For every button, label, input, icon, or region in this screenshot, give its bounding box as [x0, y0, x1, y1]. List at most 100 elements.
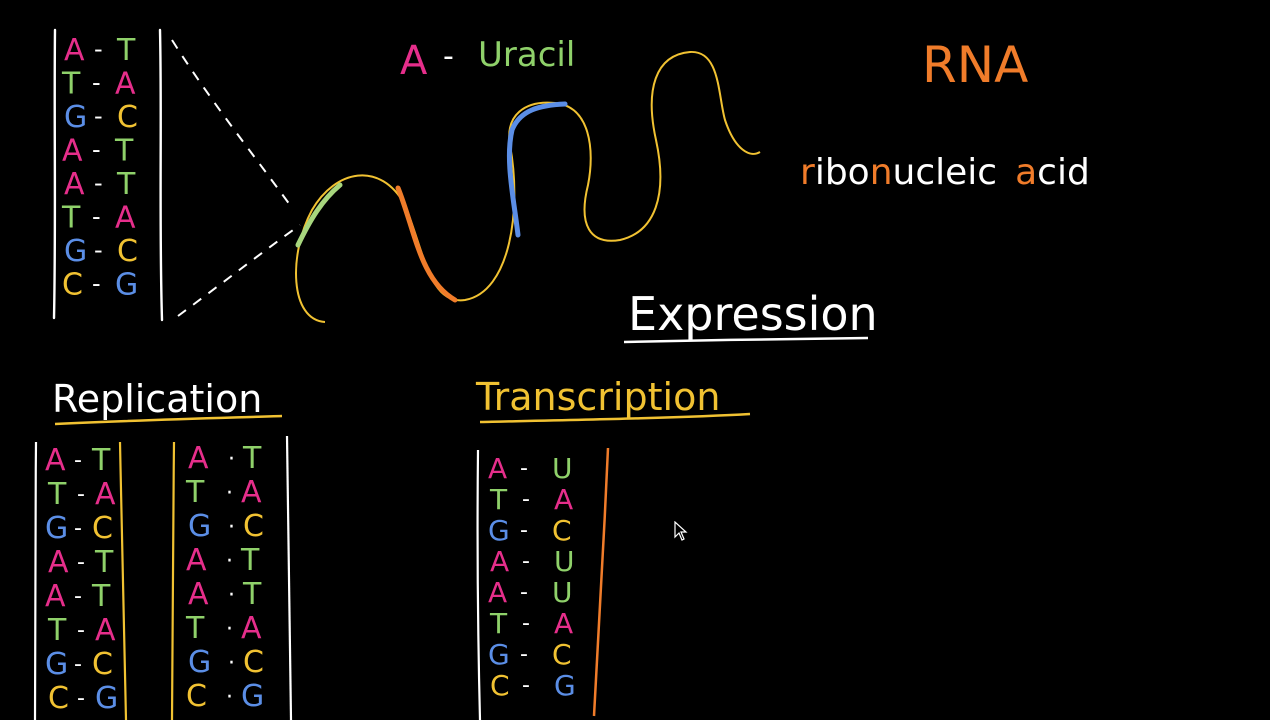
transcription-rna-strand	[592, 447, 610, 717]
base-a: A	[115, 201, 136, 236]
bond-mark: ·	[226, 617, 233, 642]
transcription-label: Transcription	[475, 375, 720, 419]
bond-mark: -	[77, 550, 85, 575]
base-g: G	[115, 268, 138, 303]
transcription-pairs: A - UT - AG - CA - UA - UT - AG - CC - G	[488, 452, 576, 702]
zoom-line-bottom	[177, 224, 301, 317]
bond-mark: -	[94, 102, 103, 130]
bond-mark: -	[92, 270, 101, 298]
a-uracil-note: A - Uracil	[400, 35, 575, 84]
zoom-line-top	[171, 39, 291, 206]
ribonucleic-cid: cid	[1037, 152, 1090, 193]
bond-mark: -	[74, 584, 82, 609]
base-c: C	[490, 669, 510, 702]
replication-left-pairs: A - TT - AG - CA - TA - TT - AG - CC - G	[45, 443, 118, 716]
ribonucleic-a: a	[1015, 152, 1037, 193]
base-c: C	[48, 681, 69, 716]
base-a: A	[45, 443, 66, 478]
base-t: T	[240, 543, 260, 578]
base-t: T	[116, 33, 136, 68]
bond-mark: -	[94, 169, 103, 197]
base-t: T	[185, 611, 205, 646]
base-t: T	[47, 613, 67, 648]
bond-mark: -	[522, 549, 530, 574]
base-a: A	[188, 577, 209, 612]
base-t: T	[61, 67, 81, 102]
bond-mark: -	[92, 69, 101, 97]
base-g: G	[45, 511, 68, 546]
uracil-label: Uracil	[478, 35, 575, 75]
base-g: G	[188, 645, 211, 680]
base-u: U	[552, 576, 573, 609]
base-g: G	[241, 679, 264, 714]
base-a: A	[95, 477, 116, 512]
expression-label: Expression	[628, 287, 878, 341]
bond-mark: -	[74, 652, 82, 677]
rna-title: RNA	[922, 36, 1028, 94]
base-t: T	[47, 477, 67, 512]
base-a: A	[186, 543, 207, 578]
base-a: A	[64, 33, 85, 68]
dash: -	[443, 39, 454, 74]
base-a: A	[241, 475, 262, 510]
ribonucleic-acid-label: ribonucleic acid	[800, 152, 1090, 193]
base-a: A	[64, 167, 85, 202]
base-a-label: A	[400, 38, 428, 84]
base-t: T	[185, 475, 205, 510]
base-a: A	[188, 441, 209, 476]
bond-mark: -	[94, 236, 103, 264]
base-g: G	[554, 669, 576, 702]
dna-left-strand	[52, 28, 57, 320]
base-t: T	[242, 441, 262, 476]
base-t: T	[489, 483, 508, 516]
bond-mark: -	[77, 618, 85, 643]
zoom-lines	[171, 39, 301, 317]
bond-mark: -	[77, 482, 85, 507]
base-c: C	[186, 679, 207, 714]
bond-mark: -	[77, 686, 85, 711]
base-t: T	[91, 443, 111, 478]
base-g: G	[64, 100, 87, 135]
bond-mark: ·	[228, 583, 235, 608]
replication-right-pairs: A · TT · AG · CA · TA · TT · AG · CC · G	[185, 441, 264, 714]
base-a: A	[62, 134, 83, 169]
bond-mark: -	[522, 487, 530, 512]
base-a: A	[95, 613, 116, 648]
base-a: A	[115, 67, 136, 102]
base-a: A	[490, 545, 509, 578]
bond-mark: -	[522, 611, 530, 636]
base-a: A	[48, 545, 69, 580]
rna-strand	[295, 50, 761, 323]
base-a: A	[241, 611, 262, 646]
base-c: C	[117, 234, 138, 269]
bond-mark: -	[522, 673, 530, 698]
bond-mark: -	[520, 456, 528, 481]
bond-mark: -	[520, 518, 528, 543]
bond-mark: -	[74, 516, 82, 541]
bond-mark: ·	[228, 447, 235, 472]
mouse-cursor-icon	[674, 521, 688, 541]
dna-ladder: A - TT - AG - CA - TA - TT - AG - CC - G	[52, 28, 164, 322]
replication-strand-2	[118, 441, 128, 720]
base-t: T	[61, 201, 81, 236]
transcription-section: Transcription A - UT - AG - CA - UA - UT - AG - CC - G	[475, 375, 751, 720]
replication-strand-3	[170, 441, 176, 720]
transcription-dna-strand	[476, 449, 482, 720]
base-t: T	[91, 579, 111, 614]
replication-strand-4	[285, 435, 293, 720]
base-u: U	[552, 452, 573, 485]
base-a: A	[488, 452, 507, 485]
ribonucleic-n: n	[870, 152, 893, 193]
base-t: T	[114, 134, 134, 169]
base-g: G	[45, 647, 68, 682]
rna-strand-line	[295, 50, 761, 323]
base-u: U	[554, 545, 575, 578]
bond-mark: -	[520, 642, 528, 667]
bond-mark: -	[520, 580, 528, 605]
base-a: A	[554, 483, 573, 516]
bond-mark: ·	[228, 515, 235, 540]
base-a: A	[45, 579, 66, 614]
bond-mark: ·	[226, 685, 233, 710]
replication-label: Replication	[52, 377, 262, 421]
base-c: C	[552, 638, 572, 671]
